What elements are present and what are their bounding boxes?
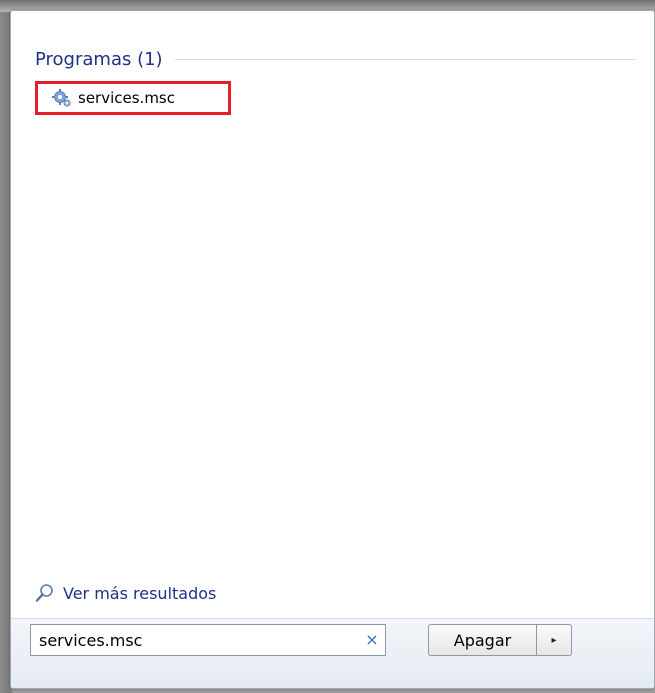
result-item-label: services.msc	[78, 89, 175, 107]
shutdown-button[interactable]: Apagar	[428, 624, 536, 656]
see-more-results-link[interactable]: Ver más resultados	[35, 581, 216, 605]
see-more-results-label: Ver más resultados	[63, 583, 217, 603]
magnifier-icon	[35, 583, 55, 603]
results-group-title: Programas (1)	[35, 48, 163, 70]
clear-search-icon[interactable]: ×	[359, 627, 385, 653]
search-input[interactable]	[31, 626, 359, 654]
start-menu-search-panel: Programas (1) services.msc Ver más resul…	[10, 10, 655, 689]
services-gear-icon	[52, 88, 72, 108]
shutdown-split-button: Apagar ▸	[428, 624, 572, 656]
start-search-box[interactable]: ×	[30, 624, 386, 656]
results-group-header: Programas (1)	[35, 47, 635, 71]
result-item-services-msc[interactable]: services.msc	[35, 81, 231, 115]
group-divider	[174, 58, 635, 60]
shutdown-options-arrow-icon[interactable]: ▸	[536, 624, 572, 656]
